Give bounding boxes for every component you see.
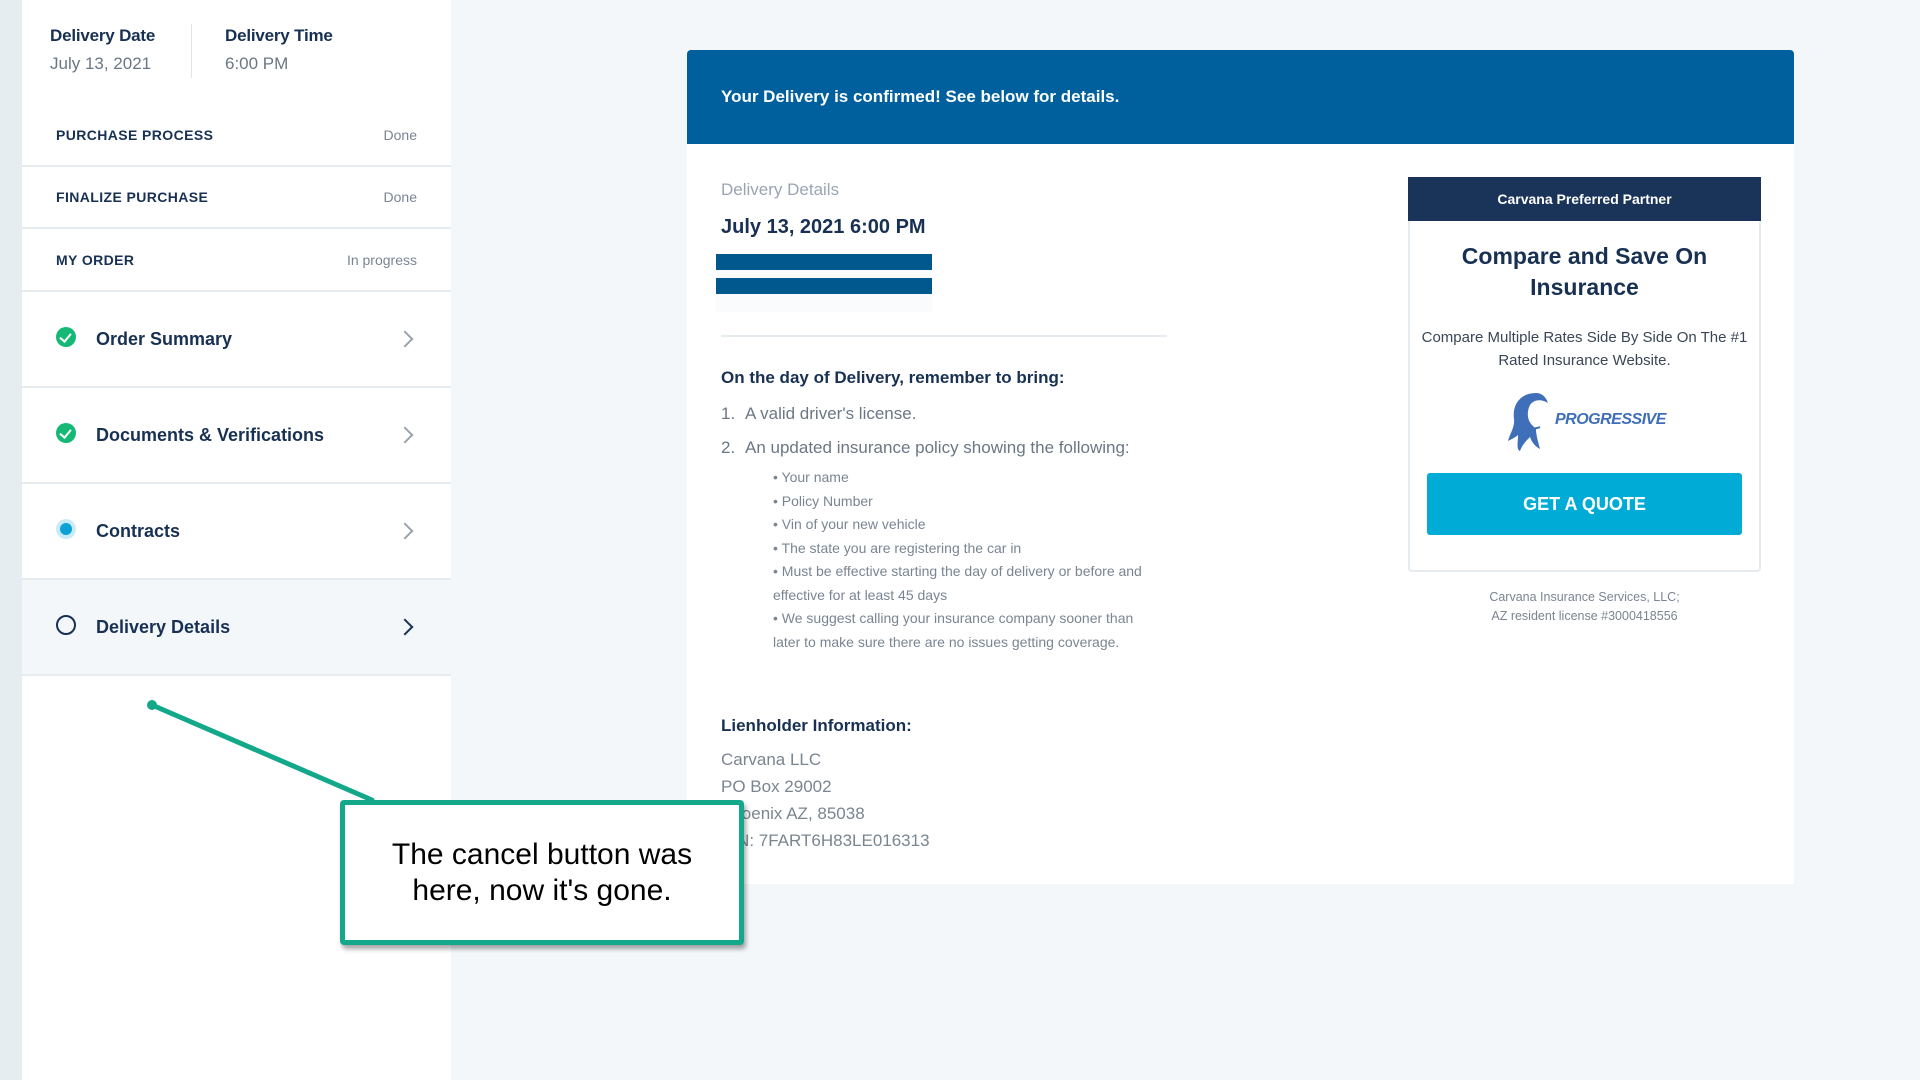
step-delivery-details[interactable]: Delivery Details bbox=[22, 580, 451, 676]
confirmation-text: Your Delivery is confirmed! See below fo… bbox=[721, 87, 1120, 106]
status-value: Done bbox=[383, 127, 417, 143]
status-value: In progress bbox=[346, 252, 417, 268]
annotation-text: The cancel button was here, now it's gon… bbox=[391, 837, 693, 907]
delivery-summary-divider bbox=[191, 24, 192, 78]
bring-heading: On the day of Delivery, remember to brin… bbox=[721, 368, 1065, 387]
insurance-partner-ad: Carvana Preferred Partner Compare and Sa… bbox=[1408, 177, 1761, 572]
requirement-item: • Vin of your new vehicle bbox=[773, 516, 926, 532]
list-number: 2. bbox=[721, 438, 736, 457]
partner-header: Carvana Preferred Partner bbox=[1408, 177, 1761, 221]
requirement-item: • Your name bbox=[773, 469, 849, 485]
insurance-requirements: • Your name • Policy Number • Vin of you… bbox=[773, 466, 1153, 654]
progressive-logo: PROGRESSIVE bbox=[1506, 391, 1666, 453]
section-divider bbox=[721, 335, 1167, 337]
empty-circle-icon bbox=[56, 615, 76, 635]
get-a-quote-button[interactable]: GET A QUOTE bbox=[1427, 473, 1742, 535]
check-circle-icon bbox=[56, 327, 76, 347]
delivery-time-value: 6:00 PM bbox=[225, 54, 289, 73]
step-order-summary[interactable]: Order Summary bbox=[22, 292, 451, 388]
status-value: Done bbox=[383, 189, 417, 205]
status-label: MY ORDER bbox=[56, 252, 135, 268]
status-label: FINALIZE PURCHASE bbox=[56, 189, 209, 205]
requirement-item: • Policy Number bbox=[773, 492, 873, 509]
lienholder-heading: Lienholder Information: bbox=[721, 716, 912, 735]
lienholder-line: PO Box 29002 bbox=[721, 777, 832, 796]
redacted-address bbox=[716, 254, 932, 312]
redaction-bar bbox=[716, 254, 932, 270]
delivery-date-value: July 13, 2021 bbox=[50, 54, 152, 73]
status-row-purchase-process: PURCHASE PROCESS Done bbox=[22, 105, 451, 167]
delivery-date-label: Delivery Date bbox=[50, 26, 156, 45]
list-text: A valid driver's license. bbox=[745, 404, 917, 423]
step-label: Contracts bbox=[96, 520, 181, 541]
check-circle-icon bbox=[56, 423, 76, 443]
requirement-item: • The state you are registering the car … bbox=[773, 539, 1022, 556]
chevron-right-icon bbox=[396, 426, 414, 444]
delivery-date: Delivery Date July 13, 2021 bbox=[50, 26, 155, 74]
step-documents-verifications[interactable]: Documents & Verifications bbox=[22, 388, 451, 484]
requirement-item: • We suggest calling your insurance comp… bbox=[773, 610, 1134, 650]
disclaimer-line: Carvana Insurance Services, LLC; bbox=[1489, 590, 1680, 604]
delivery-time: Delivery Time 6:00 PM bbox=[225, 26, 333, 74]
left-gutter bbox=[0, 0, 22, 1080]
current-dot-icon bbox=[56, 519, 76, 539]
bring-list: 1. A valid driver's license. 2. An updat… bbox=[721, 404, 1191, 472]
annotation-callout: The cancel button was here, now it's gon… bbox=[340, 800, 744, 945]
partner-disclaimer: Carvana Insurance Services, LLC; AZ resi… bbox=[1408, 588, 1761, 626]
status-row-finalize-purchase: FINALIZE PURCHASE Done bbox=[22, 167, 451, 229]
step-label: Documents & Verifications bbox=[96, 424, 325, 445]
step-label: Order Summary bbox=[96, 328, 233, 349]
partner-description: Compare Multiple Rates Side By Side On T… bbox=[1421, 329, 1748, 369]
list-text: An updated insurance policy showing the … bbox=[745, 438, 1130, 457]
list-item: 2. An updated insurance policy showing t… bbox=[721, 438, 1191, 458]
lienholder-line: Phoenix AZ, 85038 bbox=[721, 804, 865, 823]
lienholder-line: Carvana LLC bbox=[721, 750, 822, 769]
delivery-details-card: Delivery Details July 13, 2021 6:00 PM O… bbox=[687, 144, 1794, 884]
progressive-flo-icon bbox=[1508, 393, 1548, 451]
requirement-item: • Must be effective starting the day of … bbox=[773, 563, 1142, 603]
disclaimer-line: AZ resident license #3000418556 bbox=[1491, 609, 1678, 623]
delivery-summary: Delivery Date July 13, 2021 Delivery Tim… bbox=[22, 0, 451, 110]
redaction-bar bbox=[716, 278, 932, 294]
delivery-time-label: Delivery Time bbox=[225, 26, 333, 45]
chevron-right-icon bbox=[396, 618, 414, 636]
step-contracts[interactable]: Contracts bbox=[22, 484, 451, 580]
partner-logo-text: PROGRESSIVE bbox=[1555, 411, 1666, 428]
confirmation-banner: Your Delivery is confirmed! See below fo… bbox=[687, 50, 1794, 144]
partner-title: Compare and Save On Insurance bbox=[1461, 243, 1708, 300]
lienholder-info: Carvana LLC PO Box 29002 Phoenix AZ, 850… bbox=[721, 746, 930, 854]
chevron-right-icon bbox=[396, 522, 414, 540]
lienholder-line: VIN: 7FART6H83LE016313 bbox=[721, 831, 930, 850]
chevron-right-icon bbox=[396, 330, 414, 348]
list-item: 1. A valid driver's license. bbox=[721, 404, 1191, 424]
list-number: 1. bbox=[721, 404, 736, 423]
step-label: Delivery Details bbox=[96, 616, 231, 637]
status-row-my-order: MY ORDER In progress bbox=[22, 230, 451, 292]
delivery-details-heading: Delivery Details bbox=[721, 180, 840, 199]
status-label: PURCHASE PROCESS bbox=[56, 127, 214, 143]
delivery-datetime: July 13, 2021 6:00 PM bbox=[721, 216, 926, 238]
